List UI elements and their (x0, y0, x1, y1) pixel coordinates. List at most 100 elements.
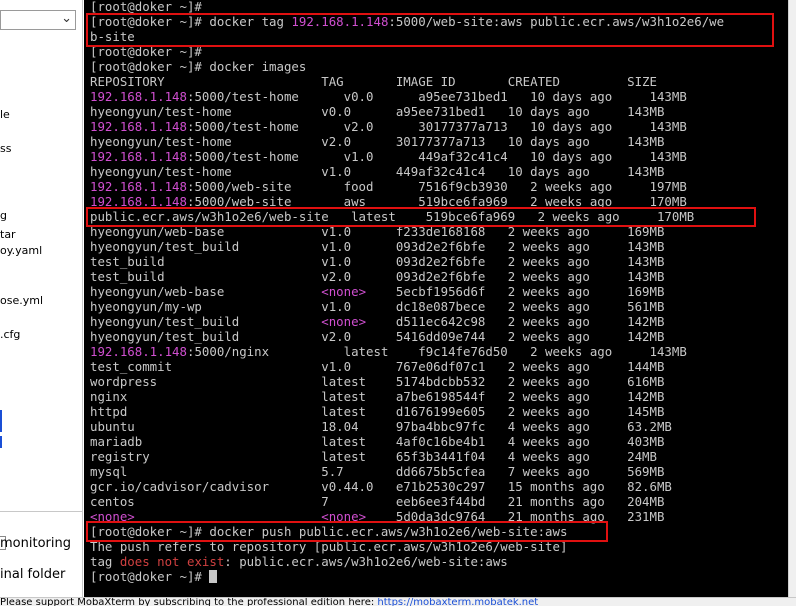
terminal-text: :5000/web-site:aws public.ecr.aws/w3h1o2… (388, 14, 725, 29)
terminal-text: [root@doker ~]# docker tag (90, 14, 292, 29)
terminal-text: 192.168.1.148 (90, 194, 187, 209)
file-item[interactable]: ose.yml (0, 294, 43, 307)
terminal-text: :5000/web-site food 7516f9cb3930 2 weeks… (186, 179, 687, 194)
terminal-text: hyeongyun/test_build v2.0 5416dd09e744 2… (90, 329, 665, 344)
terminal-text: test_commit v1.0 767e06df07c1 2 weeks ag… (90, 359, 665, 374)
file-item[interactable]: ss (0, 142, 11, 155)
terminal-line: hyeongyun/test-home v2.0 30177377a713 10… (90, 134, 664, 149)
sidebar-divider (0, 511, 82, 512)
file-type-icon (0, 420, 2, 432)
terminal-text: :5000/test-home v0.0 a95ee731bed1 10 day… (186, 89, 687, 104)
terminal-text: hyeongyun/test-home v2.0 30177377a713 10… (90, 134, 665, 149)
terminal-line: hyeongyun/test-home v1.0 449af32c41c4 10… (90, 164, 664, 179)
path-dropdown[interactable]: ⌄ (0, 10, 76, 30)
terminal-line: 192.168.1.148:5000/web-site food 7516f9c… (90, 179, 687, 194)
terminal-text: test_build v2.0 093d2e2f6bfe 2 weeks ago… (90, 269, 665, 284)
terminal-text: does not exist (119, 554, 225, 569)
terminal-text: registry latest 65f3b3441f04 4 weeks ago… (90, 449, 657, 464)
file-item[interactable]: .cfg (0, 328, 20, 341)
file-item[interactable]: tar (0, 228, 16, 241)
terminal-text: hyeongyun/test_build v1.0 093d2e2f6bfe 2… (90, 239, 665, 254)
terminal-output[interactable]: [root@doker ~]# [root@doker ~]# docker ta… (84, 0, 788, 597)
terminal-line: test_build v1.0 093d2e2f6bfe 2 weeks ago… (90, 254, 664, 269)
file-browser-sidebar: ⌄ le ss g tar oy.yaml ose.yml .cfg monitoring i… (0, 0, 83, 597)
file-item[interactable]: oy.yaml (0, 244, 42, 257)
chevron-down-icon[interactable]: ⌄ (61, 11, 72, 26)
terminal-text: 192.168.1.148 (90, 149, 187, 164)
terminal-text: :5000/web-site aws 519bce6fa969 2 weeks … (186, 194, 687, 209)
terminal-text: <none> (321, 314, 367, 329)
terminal-line: hyeongyun/web-base <none> 5ecbf1956d6f 2… (90, 284, 664, 299)
terminal-line: wordpress latest 5174bdcbb532 2 weeks ag… (90, 374, 664, 389)
terminal-line: [root@doker ~]# (90, 569, 218, 584)
terminal-line: mysql 5.7 dd6675b5cfea 7 weeks ago 569MB (90, 464, 664, 479)
terminal-line: hyeongyun/test_build v2.0 5416dd09e744 2… (90, 329, 664, 344)
terminal-line: 192.168.1.148:5000/test-home v2.0 301773… (90, 119, 687, 134)
terminal-text: [root@doker ~]# (90, 0, 202, 14)
terminal-line: test_build v2.0 093d2e2f6bfe 2 weeks ago… (90, 269, 664, 284)
terminal-line: <none> <none> 5d0da3dc9764 21 months ago… (90, 509, 664, 524)
terminal-text: public.ecr.aws/w3h1o2e6/web-site latest … (90, 209, 695, 224)
terminal-line: mariadb latest 4af0c16be4b1 4 weeks ago … (90, 434, 664, 449)
terminal-text: [root@doker ~]# docker images (90, 59, 307, 74)
terminal-line: REPOSITORY TAG IMAGE ID CREATED SIZE (90, 74, 657, 89)
terminal-line: gcr.io/cadvisor/cadvisor v0.44.0 e71b253… (90, 479, 672, 494)
terminal-line: public.ecr.aws/w3h1o2e6/web-site latest … (90, 209, 694, 224)
terminal-line: hyeongyun/web-base v1.0 f233de168168 2 w… (90, 224, 664, 239)
terminal-text: The push refers to repository [public.ec… (90, 539, 568, 554)
terminal-text: :5000/test-home v1.0 449af32c41c4 10 day… (186, 149, 687, 164)
terminal-text: hyeongyun/test-home v0.0 a95ee731bed1 10… (90, 104, 665, 119)
terminal-text: [root@doker ~]# docker push public.ecr.a… (90, 524, 568, 539)
terminal-line: b-site (90, 29, 135, 44)
terminal-text: : public.ecr.aws/w3h1o2e6/web-site:aws (224, 554, 508, 569)
terminal-scrollbar[interactable] (788, 0, 796, 597)
terminal-line: [root@doker ~]# (90, 44, 202, 59)
terminal-line: httpd latest d1676199e605 2 weeks ago 14… (90, 404, 664, 419)
terminal-text: :5000/test-home v2.0 30177377a713 10 day… (186, 119, 687, 134)
terminal-line: 192.168.1.148:5000/web-site aws 519bce6f… (90, 194, 687, 209)
terminal-text: <none> (90, 509, 135, 524)
terminal-line: hyeongyun/test-home v0.0 a95ee731bed1 10… (90, 104, 664, 119)
terminal-text: hyeongyun/my-wp v1.0 dc18e087bece 2 week… (90, 299, 665, 314)
terminal-text: [root@doker ~]# (90, 569, 210, 584)
terminal-line: 192.168.1.148:5000/test-home v0.0 a95ee7… (90, 89, 687, 104)
file-item[interactable]: g (0, 209, 7, 222)
terminal-line: 192.168.1.148:5000/test-home v1.0 449af3… (90, 149, 687, 164)
terminal-line: hyeongyun/test_build <none> d511ec642c98… (90, 314, 664, 329)
terminal-line: ubuntu 18.04 97ba4bbc97fc 4 weeks ago 63… (90, 419, 672, 434)
terminal-text: :5000/nginx latest f9c14fe76d50 2 weeks … (186, 344, 687, 359)
terminal-text: 192.168.1.148 (90, 344, 187, 359)
terminal-line: tag does not exist: public.ecr.aws/w3h1o… (90, 554, 508, 569)
terminal-text: mariadb latest 4af0c16be4b1 4 weeks ago … (90, 434, 665, 449)
terminal-text: b-site (90, 29, 135, 44)
terminal-text: [root@doker ~]# (90, 44, 202, 59)
terminal-text: test_build v1.0 093d2e2f6bfe 2 weeks ago… (90, 254, 665, 269)
terminal-text: nginx latest a7be6198544f 2 weeks ago 14… (90, 389, 665, 404)
terminal-line: hyeongyun/test_build v1.0 093d2e2f6bfe 2… (90, 239, 664, 254)
terminal-text: hyeongyun/test-home v1.0 449af32c41c4 10… (90, 164, 665, 179)
terminal-text: wordpress latest 5174bdcbb532 2 weeks ag… (90, 374, 665, 389)
terminal-text: d511ec642c98 2 weeks ago 142MB (366, 314, 665, 329)
terminal-line: The push refers to repository [public.ec… (90, 539, 567, 554)
terminal-text: 192.168.1.148 (291, 14, 389, 29)
terminal-text: ubuntu 18.04 97ba4bbc97fc 4 weeks ago 63… (90, 419, 672, 434)
terminal-cursor (209, 570, 218, 583)
terminal-text: 192.168.1.148 (90, 179, 187, 194)
terminal-text: centos 7 eeb6ee3f44bd 21 months ago 204M… (90, 494, 665, 509)
terminal-text: REPOSITORY TAG IMAGE ID CREATED SIZE (90, 74, 657, 89)
terminal-text: <none> (321, 284, 367, 299)
file-item[interactable]: le (0, 108, 10, 121)
terminal-line: hyeongyun/my-wp v1.0 dc18e087bece 2 week… (90, 299, 664, 314)
sidebar-option-label: monitoring (0, 536, 71, 551)
terminal-text: 192.168.1.148 (90, 119, 187, 134)
terminal-text: gcr.io/cadvisor/cadvisor v0.44.0 e71b253… (90, 479, 672, 494)
terminal-text: httpd latest d1676199e605 2 weeks ago 14… (90, 404, 665, 419)
terminal-text: hyeongyun/web-base (90, 284, 322, 299)
file-type-icon (0, 436, 2, 448)
terminal-text: 192.168.1.148 (90, 89, 187, 104)
terminal-text: <none> (321, 509, 367, 524)
terminal-line: [root@doker ~]# docker push public.ecr.a… (90, 524, 567, 539)
terminal-line: [root@doker ~]# docker tag 192.168.1.148… (90, 14, 724, 29)
terminal-line: 192.168.1.148:5000/nginx latest f9c14fe7… (90, 344, 687, 359)
